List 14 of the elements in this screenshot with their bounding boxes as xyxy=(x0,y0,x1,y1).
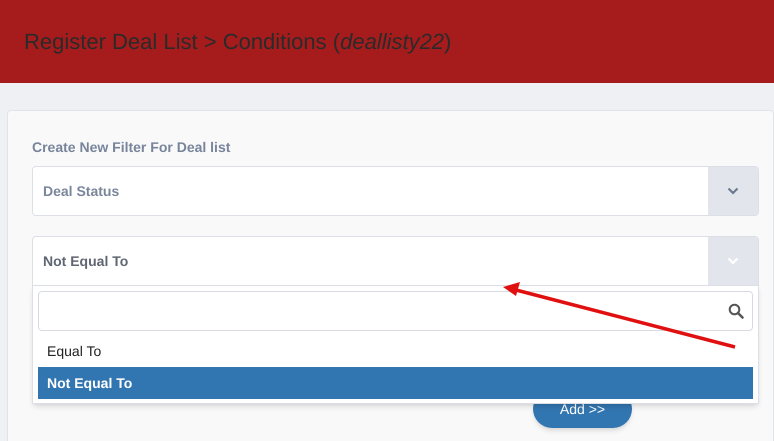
search-field[interactable] xyxy=(38,291,753,331)
filter-label: Create New Filter For Deal list xyxy=(32,138,232,157)
page-title: Register Deal List > Conditions (deallisty22) xyxy=(24,28,452,56)
select-field[interactable]: Not Equal To xyxy=(32,236,759,286)
chevron-down-icon xyxy=(727,187,739,195)
chevron-down-icon xyxy=(727,257,739,265)
select-field[interactable]: Deal Status xyxy=(32,166,759,216)
select-toggle[interactable] xyxy=(708,167,758,215)
dropdown-option[interactable]: Not Equal To xyxy=(38,367,753,399)
search-icon xyxy=(728,303,744,319)
select-value: Not Equal To xyxy=(42,252,130,271)
dropdown-option[interactable]: Equal To xyxy=(38,335,753,367)
select-value: Deal Status xyxy=(42,182,120,200)
select-toggle[interactable] xyxy=(708,237,758,285)
